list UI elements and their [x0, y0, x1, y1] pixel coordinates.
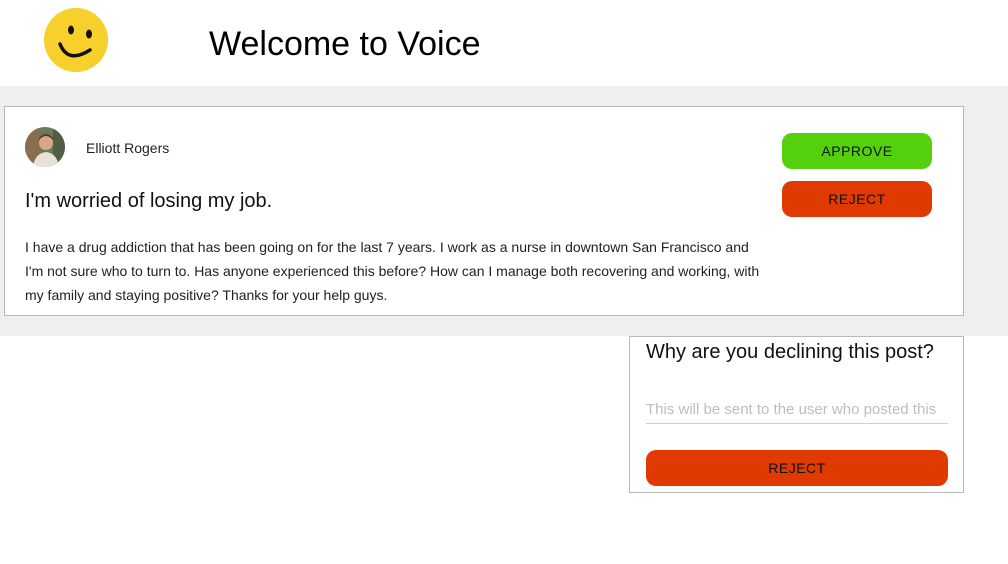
smiley-icon: [44, 8, 108, 72]
post-body: I have a drug addiction that has been go…: [25, 239, 760, 303]
approve-button[interactable]: APPROVE: [782, 133, 932, 169]
decline-reason-panel: Why are you declining this post? REJECT: [629, 336, 964, 493]
post-card: Elliott Rogers I'm worried of losing my …: [4, 106, 964, 316]
confirm-reject-button[interactable]: REJECT: [646, 450, 948, 486]
post-title: I'm worried of losing my job.: [25, 190, 273, 212]
decline-reason-input[interactable]: [646, 395, 948, 424]
header: Welcome to Voice: [0, 0, 1008, 86]
reject-button[interactable]: REJECT: [782, 181, 932, 217]
avatar: [25, 127, 65, 167]
decline-question: Why are you declining this post?: [646, 341, 934, 363]
page-title: Welcome to Voice: [209, 25, 481, 63]
author-name: Elliott Rogers: [86, 140, 170, 156]
user-avatar-icon: [25, 127, 65, 167]
